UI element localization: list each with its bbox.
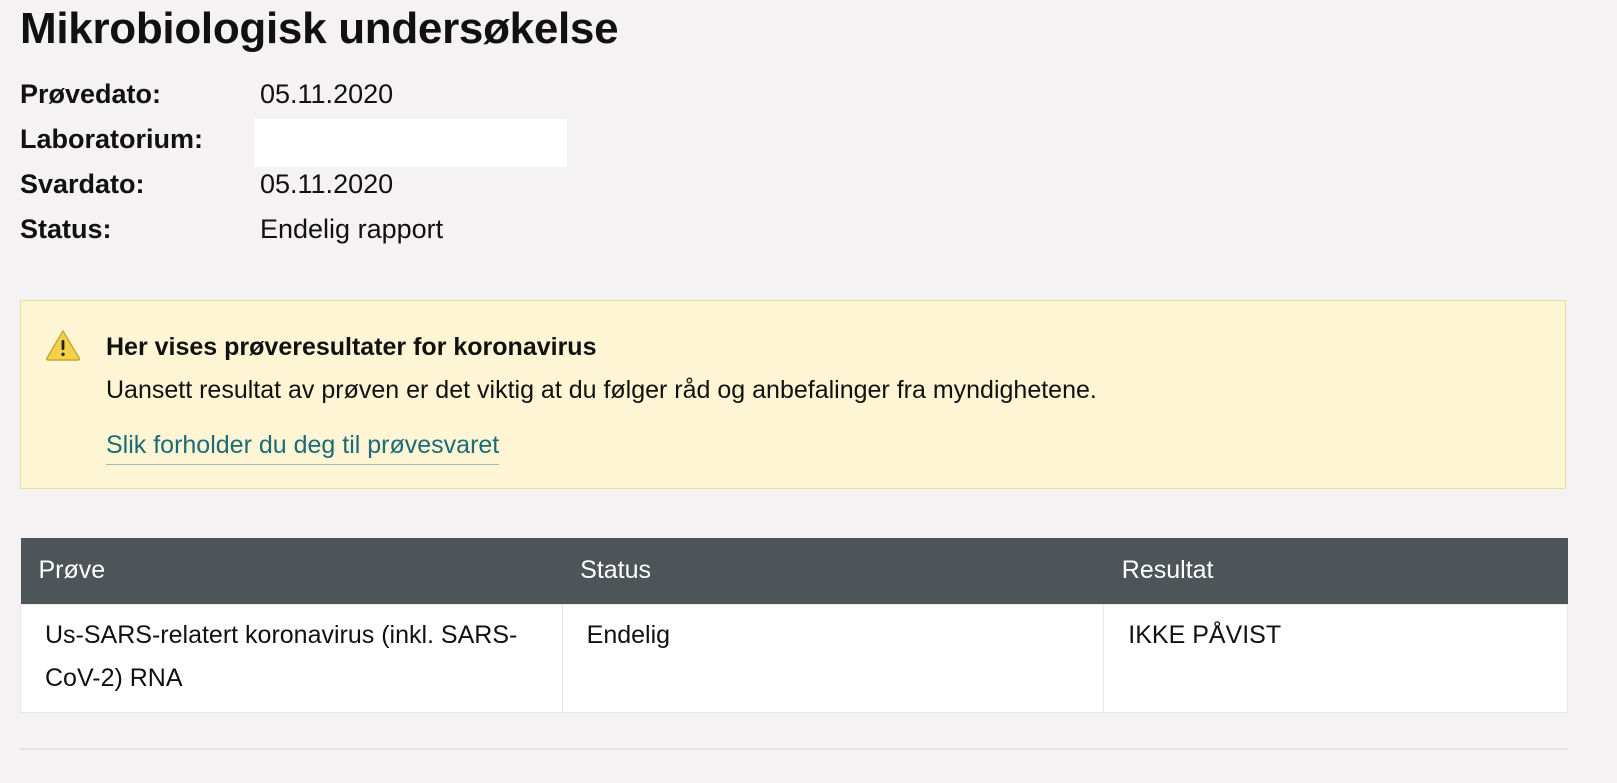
cell-prove: Us-SARS-relatert koronavirus (inkl. SARS… xyxy=(20,603,563,713)
alert-heading: Her vises prøveresultater for koronaviru… xyxy=(106,333,597,361)
status-value: Endelig rapport xyxy=(260,214,444,244)
warning-triangle-icon xyxy=(45,330,81,361)
column-header-status: Status xyxy=(562,538,1104,604)
provedato-value: 05.11.2020 xyxy=(260,79,394,109)
svardato-value: 05.11.2020 xyxy=(260,169,394,199)
provedato-label: Prøvedato: xyxy=(20,79,162,109)
cell-resultat: IKKE PÅVIST xyxy=(1103,603,1568,713)
section-divider xyxy=(20,748,1568,750)
laboratorium-redacted-value xyxy=(254,119,567,167)
svardato-label: Svardato: xyxy=(20,169,145,199)
table-row: Us-SARS-relatert koronavirus (inkl. SARS… xyxy=(20,603,1568,713)
laboratorium-label: Laboratorium: xyxy=(20,124,204,154)
column-header-prove: Prøve xyxy=(20,538,563,604)
page-title: Mikrobiologisk undersøkelse xyxy=(20,4,619,53)
test-result-guidance-link[interactable]: Slik forholder du deg til prøvesvaret xyxy=(106,428,500,465)
page: Mikrobiologisk undersøkelse Prøvedato: 0… xyxy=(0,0,1617,783)
meta-row-svardato: Svardato: 05.11.2020 xyxy=(20,162,720,207)
status-label: Status: xyxy=(20,214,112,244)
meta-row-provedato: Prøvedato: 05.11.2020 xyxy=(20,72,720,117)
corona-info-alert: Her vises prøveresultater for koronaviru… xyxy=(20,300,1566,489)
cell-status: Endelig xyxy=(561,603,1105,713)
results-table: Prøve Status Resultat Us-SARS-relatert k… xyxy=(20,538,1568,713)
meta-row-laboratorium: Laboratorium: xyxy=(20,117,720,167)
meta-row-status: Status: Endelig rapport xyxy=(20,207,720,252)
sample-metadata: Prøvedato: 05.11.2020 Laboratorium: Svar… xyxy=(20,72,720,252)
alert-text: Uansett resultat av prøven er det viktig… xyxy=(106,376,1097,404)
column-header-resultat: Resultat xyxy=(1103,538,1568,604)
table-header-row: Prøve Status Resultat xyxy=(20,538,1568,604)
